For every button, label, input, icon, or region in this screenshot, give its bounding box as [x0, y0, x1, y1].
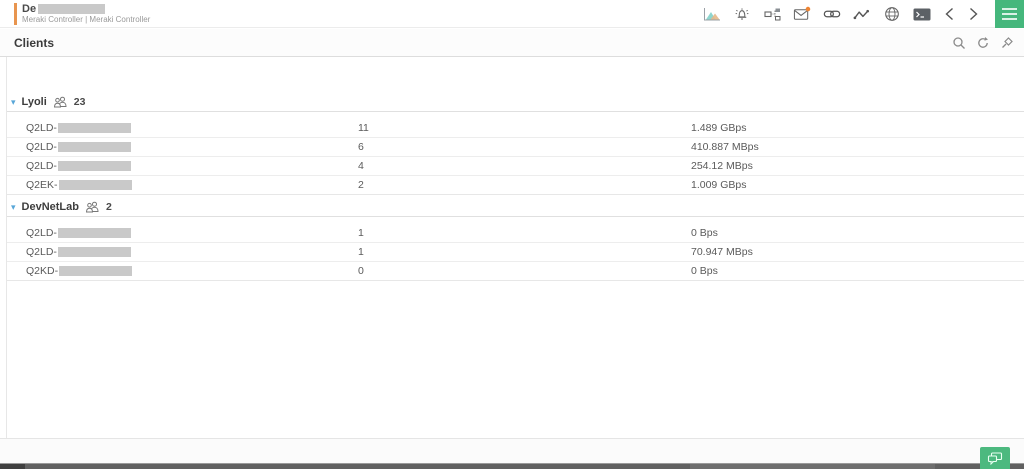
table-row[interactable]: Q2EK- 2 1.009 GBps [7, 176, 1024, 195]
redacted-device-name [58, 123, 131, 133]
bandwidth-cell: 254.12 MBps [691, 160, 1024, 172]
topology-icon[interactable] [763, 5, 781, 23]
bandwidth-cell: 0 Bps [691, 227, 1024, 239]
chevron-left-icon[interactable] [943, 5, 955, 23]
hamburger-menu-button[interactable] [995, 0, 1024, 28]
client-count-cell: 0 [358, 265, 691, 277]
monitor-title: De [22, 4, 36, 15]
monitor-identity[interactable]: De Meraki Controller | Meraki Controller [14, 3, 150, 25]
table-row[interactable]: Q2LD- 1 70.947 MBps [7, 243, 1024, 262]
group-name: DevNetLab [22, 201, 79, 213]
device-serial-prefix: Q2EK- [26, 179, 58, 191]
bandwidth-cell: 0 Bps [691, 265, 1024, 277]
client-count-cell: 1 [358, 227, 691, 239]
taskbar-edge [0, 463, 1024, 469]
table-row[interactable]: Q2LD- 6 410.887 MBps [7, 138, 1024, 157]
mail-notification-icon[interactable] [793, 5, 811, 23]
chat-bubbles-icon [987, 452, 1003, 465]
client-count-cell: 2 [358, 179, 691, 191]
client-count-cell: 1 [358, 246, 691, 258]
group-client-count: 2 [106, 201, 112, 213]
group-devnetlab: ▾ DevNetLab 2 Q2LD- 1 0 Bps [7, 198, 1024, 281]
collapse-triangle-icon[interactable]: ▾ [11, 98, 16, 107]
bandwidth-cell: 1.009 GBps [691, 179, 1024, 191]
refresh-icon[interactable] [975, 36, 990, 51]
clients-table: ▾ Lyoli 23 Q2LD- 11 1.489 GBps [6, 57, 1024, 438]
footer-strip [0, 438, 1024, 463]
monitor-type-breadcrumb: Meraki Controller | Meraki Controller [22, 16, 150, 24]
bandwidth-cell: 70.947 MBps [691, 246, 1024, 258]
status-accent-bar [14, 3, 17, 25]
client-count-cell: 6 [358, 141, 691, 153]
redacted-device-name [58, 142, 131, 152]
device-serial-prefix: Q2LD- [26, 122, 57, 134]
globe-icon[interactable] [883, 5, 901, 23]
device-serial-prefix: Q2LD- [26, 227, 57, 239]
redacted-monitor-name [38, 4, 105, 14]
group-name: Lyoli [22, 96, 47, 108]
table-row[interactable]: Q2LD- 4 254.12 MBps [7, 157, 1024, 176]
device-serial-prefix: Q2LD- [26, 141, 57, 153]
redacted-device-name [58, 247, 131, 257]
client-count-cell: 11 [358, 122, 691, 134]
app-header: De Meraki Controller | Meraki Controller [0, 0, 1024, 28]
header-toolbar [703, 0, 1024, 28]
table-row[interactable]: Q2KD- 0 0 Bps [7, 262, 1024, 281]
redacted-device-name [58, 161, 131, 171]
activity-graph-icon[interactable] [853, 5, 871, 23]
chevron-right-icon[interactable] [967, 5, 979, 23]
bandwidth-cell: 410.887 MBps [691, 141, 1024, 153]
redacted-device-name [58, 228, 131, 238]
taskbar-segment [690, 464, 935, 469]
terminal-icon[interactable] [913, 5, 931, 23]
clients-monitor-window: De Meraki Controller | Meraki Controller [0, 0, 1024, 469]
area-chart-icon[interactable] [703, 5, 721, 23]
clients-group-icon [85, 201, 100, 213]
table-row[interactable]: Q2LD- 1 0 Bps [7, 224, 1024, 243]
device-serial-prefix: Q2LD- [26, 160, 57, 172]
search-icon[interactable] [951, 36, 966, 51]
page-toolbar [951, 29, 1014, 57]
page-title: Clients [14, 36, 54, 50]
page-bar: Clients [0, 29, 1024, 57]
bandwidth-cell: 1.489 GBps [691, 122, 1024, 134]
link-icon[interactable] [823, 5, 841, 23]
group-header[interactable]: ▾ DevNetLab 2 [7, 198, 1024, 217]
table-row[interactable]: Q2LD- 11 1.489 GBps [7, 119, 1024, 138]
alarm-bell-icon[interactable] [733, 5, 751, 23]
group-lyoli: ▾ Lyoli 23 Q2LD- 11 1.489 GBps [7, 93, 1024, 195]
taskbar-segment [0, 464, 25, 469]
group-header[interactable]: ▾ Lyoli 23 [7, 93, 1024, 112]
device-serial-prefix: Q2LD- [26, 246, 57, 258]
redacted-device-name [59, 180, 132, 190]
group-client-count: 23 [74, 96, 86, 108]
chat-support-button[interactable] [980, 447, 1010, 469]
redacted-device-name [59, 266, 132, 276]
pin-icon[interactable] [999, 36, 1014, 51]
client-count-cell: 4 [358, 160, 691, 172]
clients-group-icon [53, 96, 68, 108]
device-serial-prefix: Q2KD- [26, 265, 58, 277]
collapse-triangle-icon[interactable]: ▾ [11, 203, 16, 212]
